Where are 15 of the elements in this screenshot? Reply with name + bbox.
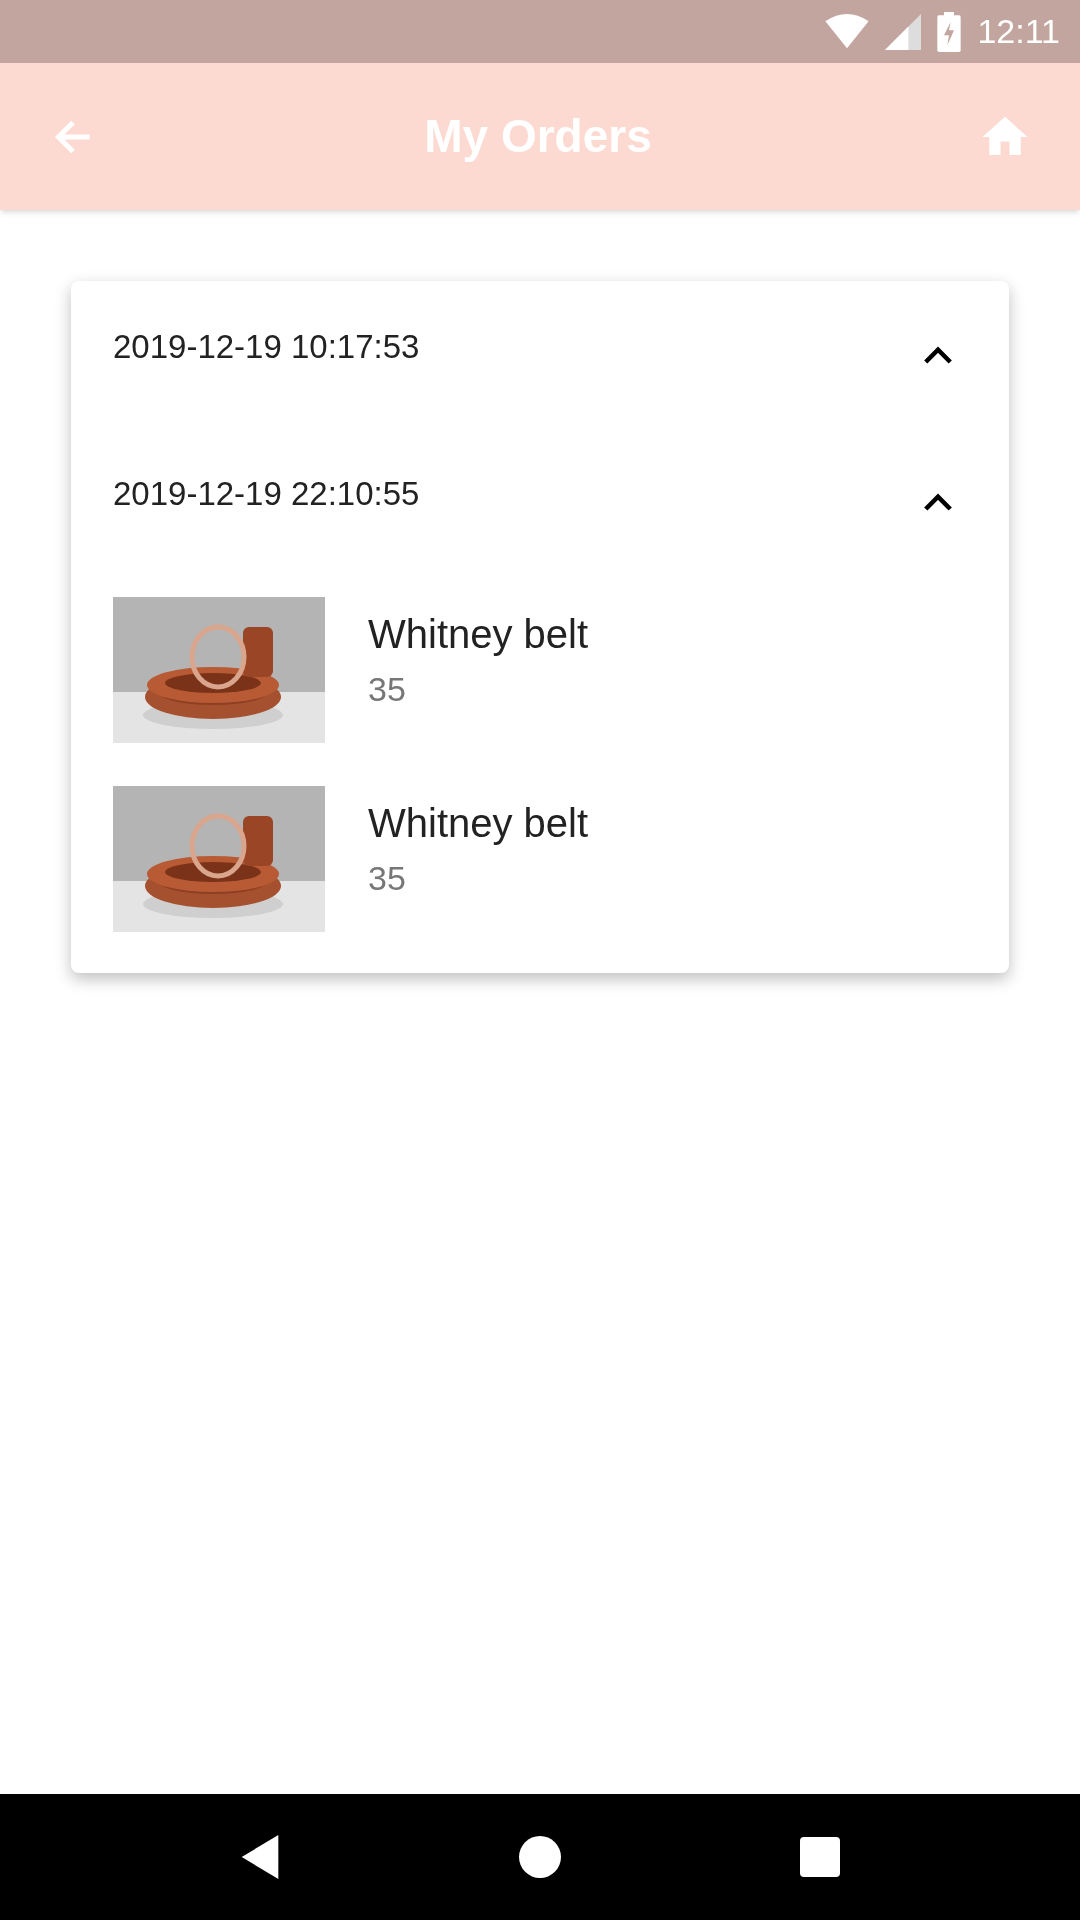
- product-price: 35: [368, 858, 407, 899]
- order-date: 2019-12-19 22:10:55: [113, 473, 420, 514]
- status-time: 12:11: [977, 11, 1060, 52]
- wifi-icon: [825, 13, 870, 50]
- signal-icon: [885, 13, 922, 50]
- order-header[interactable]: 2019-12-19 10:17:53: [71, 281, 1009, 428]
- product-price: 35: [368, 669, 407, 710]
- product-name: Whitney belt: [368, 611, 589, 658]
- product-name: Whitney belt: [368, 800, 589, 847]
- battery-icon: [937, 11, 962, 52]
- order-header[interactable]: 2019-12-19 22:10:55: [71, 428, 1009, 575]
- order-date: 2019-12-19 10:17:53: [113, 326, 420, 367]
- home-circle-icon[interactable]: [519, 1836, 561, 1878]
- back-triangle-icon[interactable]: [239, 1835, 280, 1879]
- recents-square-icon[interactable]: [800, 1837, 841, 1877]
